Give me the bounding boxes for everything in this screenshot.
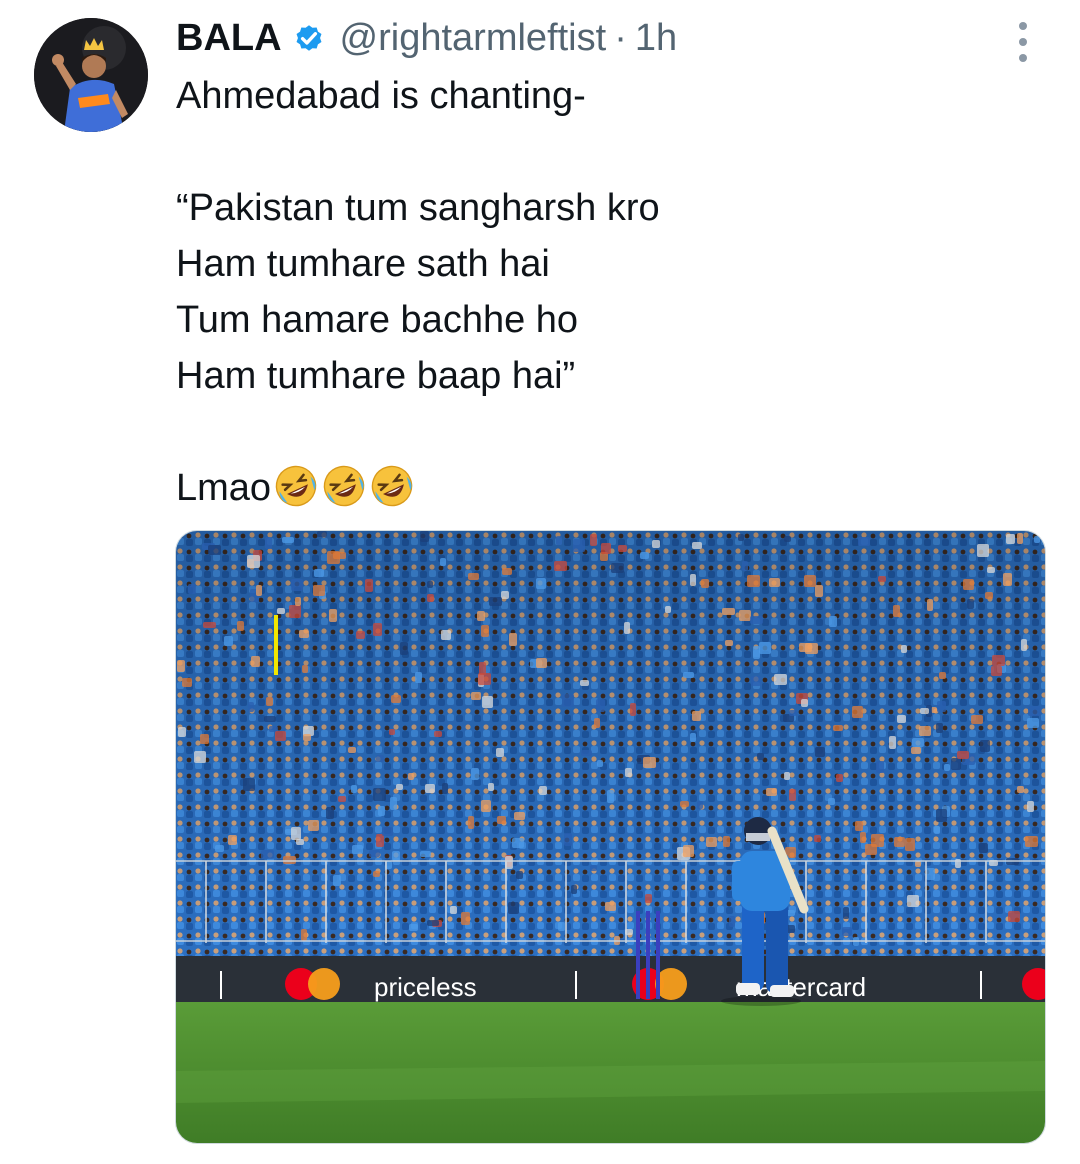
cricketer-avatar-icon (34, 18, 148, 132)
tweet-line: “Pakistan tum sangharsh kro (176, 187, 660, 229)
lmao-text: Lmao (176, 467, 272, 509)
tweet-line: Tum hamare bachhe ho (176, 299, 579, 341)
tweet-line: Ham tumhare sath hai (176, 243, 550, 285)
verified-badge-icon (292, 21, 326, 55)
more-options-icon[interactable] (1010, 22, 1036, 62)
tweet-header: BALA @rightarmleftist · 1h (176, 12, 677, 64)
tweet-line: Ahmedabad is chanting- (176, 75, 586, 117)
board-priceless-text: priceless (374, 972, 477, 1002)
tweet-line-lmao: Lmao (176, 460, 1036, 516)
timestamp[interactable]: 1h (635, 17, 677, 60)
display-name[interactable]: BALA (176, 17, 282, 60)
emoji-group (273, 463, 417, 509)
tweet-line: Ham tumhare baap hai” (176, 355, 576, 397)
separator-dot: · (614, 16, 627, 59)
cricket-stadium-photo-icon: priceless mastercard (176, 531, 1045, 1143)
user-handle[interactable]: @rightarmleftist (340, 17, 607, 60)
tweet-text: Ahmedabad is chanting- “Pakistan tum san… (176, 68, 1036, 516)
rolling-laughing-emoji-icon (371, 465, 413, 507)
rolling-laughing-emoji-icon (275, 465, 317, 507)
tweet-media-photo[interactable]: priceless mastercard (175, 530, 1046, 1144)
rolling-laughing-emoji-icon (323, 465, 365, 507)
avatar[interactable] (34, 18, 148, 132)
